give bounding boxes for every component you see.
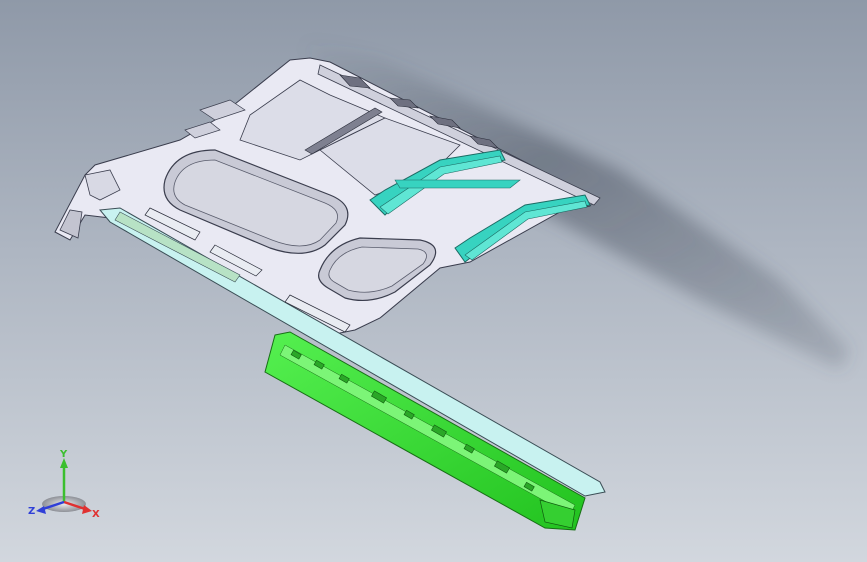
roof-panel[interactable] (54, 57, 601, 336)
z-axis-label: Z (28, 506, 35, 517)
roof-assembly-model[interactable] (0, 0, 867, 562)
lower-side-rail[interactable] (264, 331, 586, 531)
orientation-triad: Y X Z (28, 449, 100, 520)
x-axis-label: X (92, 509, 100, 520)
y-axis-label: Y (59, 449, 68, 460)
3d-viewport[interactable]: Y X Z (0, 0, 867, 562)
